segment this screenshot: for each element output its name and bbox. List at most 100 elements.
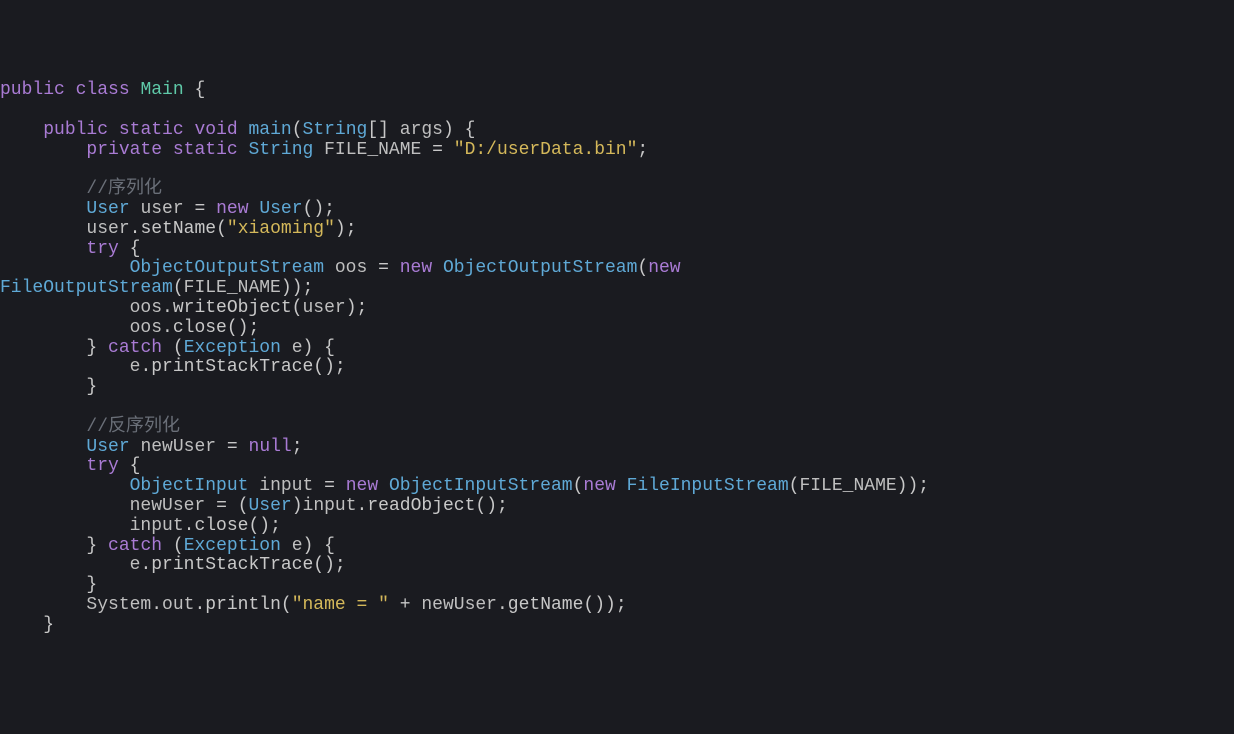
dot: . — [497, 595, 508, 615]
ctor-user: User — [259, 199, 302, 219]
plus-op: + — [400, 595, 411, 615]
keyword-class: class — [76, 80, 130, 100]
equals-op: = — [432, 140, 443, 160]
obj-input: input — [130, 516, 184, 536]
var-newuser: newUser — [130, 496, 206, 516]
brace-close: } — [86, 377, 97, 397]
string-literal: "xiaoming" — [227, 219, 335, 239]
paren-close: ) — [443, 120, 454, 140]
code-line: oos.writeObject(user); — [0, 298, 367, 318]
semicolon: ; — [346, 219, 357, 239]
ctor-fileoutputstream: FileOutputStream — [0, 278, 173, 298]
var-user: user — [140, 199, 183, 219]
paren-close: ) — [324, 357, 335, 377]
paren-open: ( — [573, 476, 584, 496]
var-filename: FILE_NAME — [324, 140, 421, 160]
paren-close: ) — [346, 298, 357, 318]
code-line: ObjectOutputStream oos = new ObjectOutpu… — [0, 258, 681, 278]
dot: . — [162, 318, 173, 338]
dot: . — [194, 595, 205, 615]
semicolon: ; — [335, 357, 346, 377]
paren-close: ) — [324, 555, 335, 575]
ctor-fileinputstream: FileInputStream — [627, 476, 789, 496]
dot: . — [162, 298, 173, 318]
code-editor[interactable]: public class Main { public static void m… — [0, 81, 1234, 635]
method-close: close — [194, 516, 248, 536]
method-printstacktrace: printStackTrace — [151, 357, 313, 377]
type-exception: Exception — [184, 536, 281, 556]
paren-close: ) — [486, 496, 497, 516]
code-line: try { — [0, 456, 140, 476]
code-line: User newUser = null; — [0, 437, 303, 457]
paren-close: ) — [292, 496, 303, 516]
method-readobject: readObject — [367, 496, 475, 516]
paren-close: ) — [907, 476, 918, 496]
paren-open: ( — [475, 496, 486, 516]
method-println: println — [205, 595, 281, 615]
obj-oos: oos — [130, 298, 162, 318]
paren-close: ) — [605, 595, 616, 615]
code-line: } — [0, 377, 97, 397]
paren-close: ) — [594, 595, 605, 615]
code-line: newUser = (User)input.readObject(); — [0, 496, 508, 516]
keyword-public: public — [43, 120, 108, 140]
keyword-try: try — [86, 239, 118, 259]
ctor-objectoutputstream: ObjectOutputStream — [443, 258, 637, 278]
keyword-void: void — [194, 120, 237, 140]
var-e: e — [292, 338, 303, 358]
dot: . — [357, 496, 368, 516]
ctor-objectinputstream: ObjectInputStream — [389, 476, 573, 496]
code-line: ObjectInput input = new ObjectInputStrea… — [0, 476, 929, 496]
method-close: close — [173, 318, 227, 338]
obj-system: System — [86, 595, 151, 615]
method-main: main — [249, 120, 292, 140]
var-e: e — [292, 536, 303, 556]
parens: () — [303, 199, 325, 219]
brace-open: { — [130, 456, 141, 476]
brace-open: { — [324, 536, 335, 556]
code-line: } catch (Exception e) { — [0, 338, 335, 358]
dot: . — [151, 595, 162, 615]
class-name: Main — [140, 80, 183, 100]
paren-open: ( — [238, 496, 249, 516]
code-line: e.printStackTrace(); — [0, 357, 346, 377]
brace-open: { — [324, 338, 335, 358]
arg-filename: FILE_NAME — [799, 476, 896, 496]
dot: . — [130, 219, 141, 239]
equals-op: = — [194, 199, 205, 219]
dot: . — [184, 516, 195, 536]
keyword-new: new — [583, 476, 615, 496]
paren-open: ( — [248, 516, 259, 536]
keyword-new: new — [648, 258, 680, 278]
code-line: User user = new User(); — [0, 199, 335, 219]
code-line: FileOutputStream(FILE_NAME)); — [0, 278, 313, 298]
semicolon: ; — [357, 298, 368, 318]
semicolon: ; — [302, 278, 313, 298]
cast-user: User — [249, 496, 292, 516]
semicolon: ; — [292, 437, 303, 457]
paren-close: ) — [238, 318, 249, 338]
paren-open: ( — [216, 219, 227, 239]
code-line: try { — [0, 239, 140, 259]
string-literal: "D:/userData.bin" — [454, 140, 638, 160]
type-user: User — [86, 199, 129, 219]
code-line: oos.close(); — [0, 318, 259, 338]
paren-open: ( — [583, 595, 594, 615]
code-line: private static String FILE_NAME = "D:/us… — [0, 140, 648, 160]
method-writeobject: writeObject — [173, 298, 292, 318]
keyword-catch: catch — [108, 338, 162, 358]
paren-open: ( — [227, 318, 238, 338]
keyword-null: null — [249, 437, 292, 457]
comment-deserialize: //反序列化 — [86, 417, 180, 437]
paren-close: ) — [303, 338, 314, 358]
obj-e: e — [130, 357, 141, 377]
obj-user: user — [86, 219, 129, 239]
brace-open: { — [130, 239, 141, 259]
equals-op: = — [378, 258, 389, 278]
paren-open: ( — [313, 555, 324, 575]
type-string: String — [303, 120, 368, 140]
paren-close: ) — [281, 278, 292, 298]
brace-close: } — [86, 575, 97, 595]
type-string: String — [248, 140, 313, 160]
obj-input: input — [303, 496, 357, 516]
